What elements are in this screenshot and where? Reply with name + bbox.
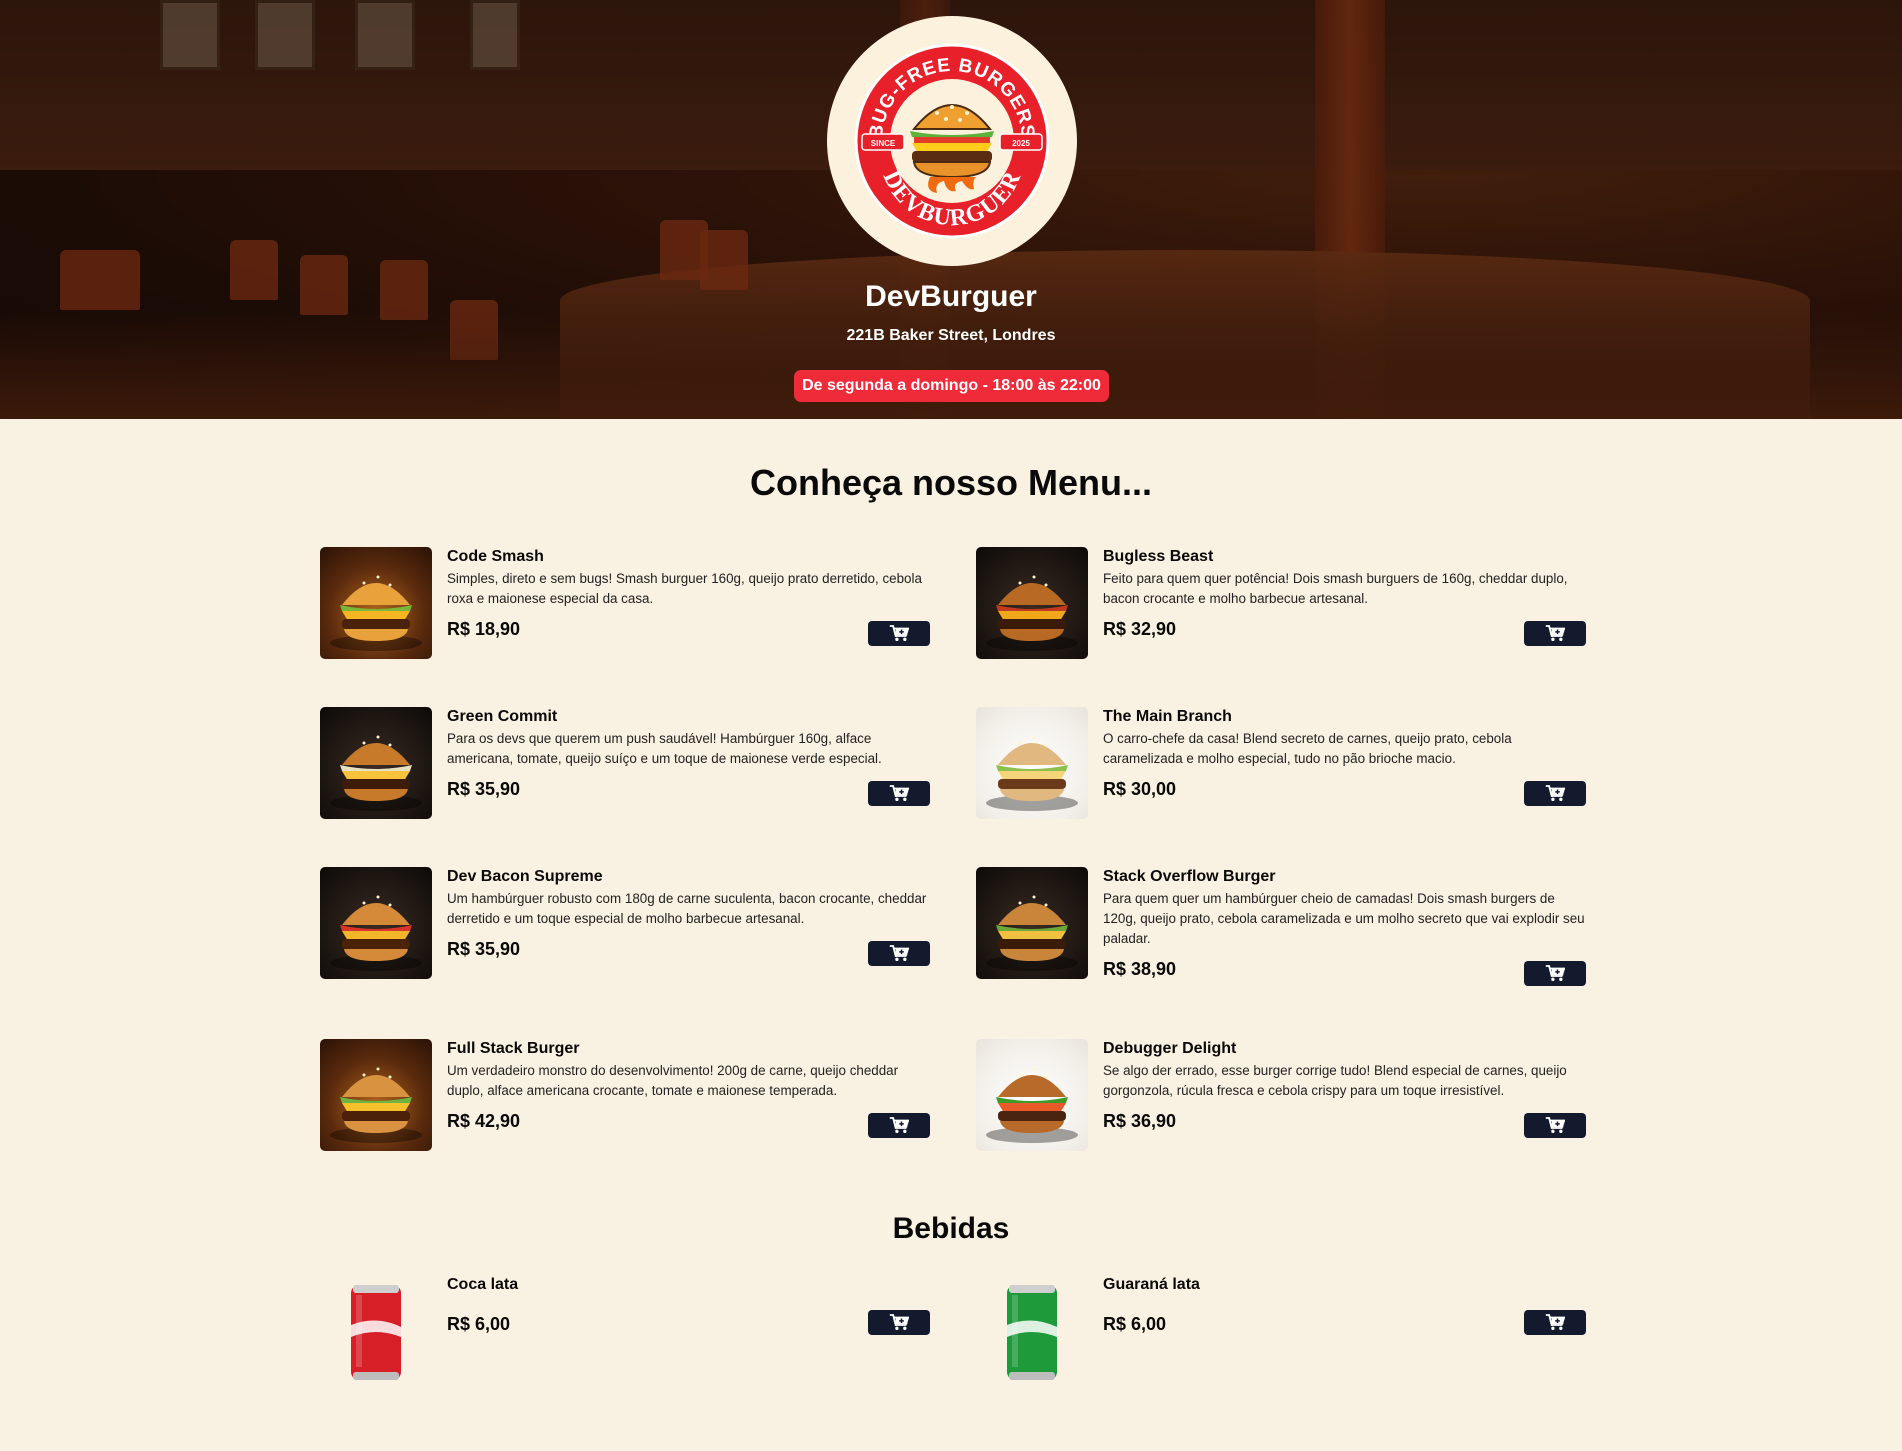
drink-item-price: R$ 6,00	[447, 1314, 511, 1334]
menu-item-price: R$ 35,90	[447, 939, 521, 959]
add-to-cart-button[interactable]	[1524, 781, 1586, 806]
menu-item-name: Stack Overflow Burger	[1103, 868, 1276, 885]
menu-item-image	[320, 547, 432, 659]
add-to-cart-button[interactable]	[868, 1113, 930, 1138]
add-to-cart-button[interactable]	[1524, 1310, 1586, 1335]
menu-item-name: Code Smash	[447, 548, 544, 565]
menu-item: The Main Branch O carro-chefe da casa! B…	[976, 707, 1586, 819]
guarana-can	[1007, 1285, 1057, 1380]
add-to-cart-button[interactable]	[1524, 621, 1586, 646]
restaurant-logo: BUG-FREE BURGERS DEVBURGUER SINCE 2025	[827, 16, 1077, 266]
drink-item-name: Guaraná lata	[1103, 1276, 1200, 1293]
burger-photo	[330, 575, 422, 651]
burger-photo	[986, 735, 1078, 811]
cart-plus-icon	[889, 1117, 909, 1133]
burger-photo	[986, 895, 1078, 971]
menu-item-description: Um hambúrguer robusto com 180g de carne …	[447, 891, 927, 926]
menu-item-name: Green Commit	[447, 708, 558, 725]
menu-item-image	[976, 547, 1088, 659]
menu-item: Bugless Beast Feito para quem quer potên…	[976, 547, 1586, 659]
burger-photo	[986, 575, 1078, 651]
menu-item: Dev Bacon Supreme Um hambúrguer robusto …	[320, 867, 930, 979]
add-to-cart-button[interactable]	[1524, 1113, 1586, 1138]
coca-can	[351, 1285, 401, 1380]
menu-item-name: Bugless Beast	[1103, 548, 1214, 565]
cart-plus-icon	[1545, 1314, 1565, 1330]
restaurant-name: DevBurguer	[865, 280, 1037, 313]
menu-item-description: O carro-chefe da casa! Blend secreto de …	[1103, 731, 1512, 766]
cart-plus-icon	[889, 945, 909, 961]
menu-item-image	[320, 1039, 432, 1151]
drink-item: Guaraná lata R$ 6,00	[976, 1275, 1586, 1387]
cart-plus-icon	[889, 625, 909, 641]
opening-hours-badge: De segunda a domingo - 18:00 às 22:00	[794, 370, 1109, 402]
menu-item-image	[976, 1039, 1088, 1151]
menu-item-description: Para os devs que querem um push saudável…	[447, 731, 882, 766]
menu-item: Green Commit Para os devs que querem um …	[320, 707, 930, 819]
menu-item-price: R$ 35,90	[447, 779, 521, 799]
menu-item-description: Para quem quer um hambúrguer cheio de ca…	[1103, 891, 1585, 946]
menu-item-name: Dev Bacon Supreme	[447, 868, 603, 885]
burger-photo	[330, 895, 422, 971]
menu-item-price: R$ 32,90	[1103, 619, 1177, 639]
logo-year: 2025	[1012, 139, 1030, 148]
menu-item: Code Smash Simples, direto e sem bugs! S…	[320, 547, 930, 659]
add-to-cart-button[interactable]	[868, 941, 930, 966]
burger-photo	[330, 1067, 422, 1143]
menu-item: Full Stack Burger Um verdadeiro monstro …	[320, 1039, 930, 1151]
add-to-cart-button[interactable]	[1524, 961, 1586, 986]
menu-item-name: The Main Branch	[1103, 708, 1232, 725]
drink-item-name: Coca lata	[447, 1276, 519, 1293]
menu-item-name: Debugger Delight	[1103, 1040, 1237, 1057]
cart-plus-icon	[1545, 785, 1565, 801]
cart-plus-icon	[1545, 625, 1565, 641]
add-to-cart-button[interactable]	[868, 1310, 930, 1335]
menu-item: Stack Overflow Burger Para quem quer um …	[976, 867, 1586, 986]
menu-item-description: Feito para quem quer potência! Dois smas…	[1103, 571, 1568, 606]
hero-banner: BUG-FREE BURGERS DEVBURGUER SINCE 2025 D…	[0, 0, 1902, 419]
menu-item-image	[320, 867, 432, 979]
drinks-title: Bebidas	[892, 1212, 1010, 1245]
drink-item: Coca lata R$ 6,00	[320, 1275, 930, 1387]
cart-plus-icon	[889, 785, 909, 801]
menu-item-description: Se algo der errado, esse burger corrige …	[1103, 1063, 1567, 1098]
menu-item: Debugger Delight Se algo der errado, ess…	[976, 1039, 1586, 1151]
burger-photo	[330, 735, 422, 811]
menu-title: Conheça nosso Menu...	[749, 462, 1153, 503]
menu-item-image	[320, 707, 432, 819]
drink-item-image	[976, 1275, 1088, 1387]
logo-since: SINCE	[871, 139, 896, 148]
drink-item-image	[320, 1275, 432, 1387]
menu-item-description: Um verdadeiro monstro do desenvolvimento…	[447, 1063, 899, 1098]
menu-item-price: R$ 36,90	[1103, 1111, 1177, 1131]
menu-item-image	[976, 707, 1088, 819]
menu-item-name: Full Stack Burger	[447, 1040, 580, 1057]
menu-item-price: R$ 42,90	[447, 1111, 521, 1131]
menu-item-price: R$ 30,00	[1103, 779, 1177, 799]
cart-plus-icon	[1545, 965, 1565, 981]
restaurant-address: 221B Baker Street, Londres	[846, 327, 1056, 344]
menu-item-description: Simples, direto e sem bugs! Smash burgue…	[447, 571, 922, 606]
menu-item-price: R$ 38,90	[1103, 959, 1177, 979]
logo-emblem: BUG-FREE BURGERS DEVBURGUER SINCE 2025	[854, 43, 1050, 239]
menu-item-price: R$ 18,90	[447, 619, 521, 639]
menu-item-image	[976, 867, 1088, 979]
cart-plus-icon	[1545, 1117, 1565, 1133]
drink-item-price: R$ 6,00	[1103, 1314, 1167, 1334]
add-to-cart-button[interactable]	[868, 621, 930, 646]
burger-photo	[986, 1067, 1078, 1143]
cart-plus-icon	[889, 1314, 909, 1330]
add-to-cart-button[interactable]	[868, 781, 930, 806]
